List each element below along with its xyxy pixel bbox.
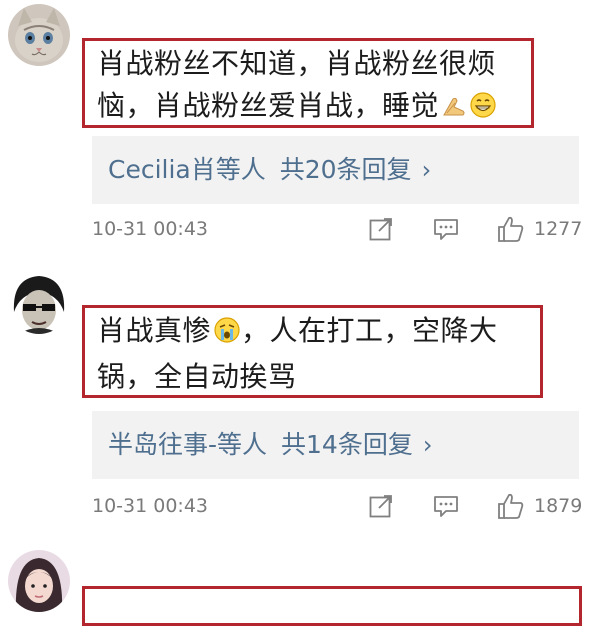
cat-avatar-icon — [8, 4, 70, 66]
user-avatar[interactable] — [8, 4, 70, 66]
chevron-right-icon: › — [422, 431, 433, 459]
comment-text-highlighted — [82, 586, 582, 626]
comment-time: 10-31 00:43 — [92, 218, 209, 240]
user-avatar[interactable] — [8, 550, 70, 612]
comment-time: 10-31 00:43 — [92, 495, 209, 517]
girl-avatar-icon — [8, 550, 70, 612]
chevron-right-icon: › — [421, 156, 432, 184]
comment-text-line: 锅，全自动挨骂 — [97, 360, 297, 393]
praying-hands-icon — [441, 89, 467, 131]
share-icon[interactable] — [368, 216, 394, 246]
like-thumbs-up-icon[interactable] — [496, 491, 526, 525]
comment-text-highlighted: 肖战真惨 ，人在打工，空降大 锅，全自动挨骂 — [82, 305, 543, 398]
like-count: 1277 — [534, 218, 583, 240]
comment-icon[interactable] — [432, 493, 460, 523]
share-icon[interactable] — [368, 493, 394, 523]
comment-meta: 10-31 00:43 1879 — [92, 491, 582, 521]
reply-count: 共20条回复 — [279, 155, 412, 184]
crying-face-icon — [213, 314, 241, 356]
like-thumbs-up-icon[interactable] — [496, 214, 526, 248]
reply-user-names: 半岛往事-等人 — [108, 430, 268, 459]
comment-meta: 10-31 00:43 1277 — [92, 214, 582, 244]
reply-user-names: Cecilia肖等人 — [108, 155, 266, 184]
comment-text-highlighted: 肖战粉丝不知道，肖战粉丝很烦 恼，肖战粉丝爱肖战，睡觉 — [82, 38, 534, 128]
comment-icon[interactable] — [432, 216, 460, 246]
grinning-face-icon — [469, 89, 497, 131]
replies-link[interactable]: 半岛往事-等人 共14条回复 › — [92, 411, 579, 479]
comment-text-line: 肖战粉丝不知道，肖战粉丝很烦 — [97, 47, 497, 80]
cartoon-man-avatar-icon — [8, 272, 70, 334]
comment-text-line: 恼，肖战粉丝爱肖战，睡觉 — [97, 85, 521, 131]
comment-text-line: 肖战真惨 ，人在打工，空降大 — [97, 310, 530, 356]
user-avatar[interactable] — [8, 272, 70, 334]
reply-count: 共14条回复 — [281, 430, 413, 459]
like-count: 1879 — [534, 495, 583, 517]
replies-link[interactable]: Cecilia肖等人 共20条回复 › — [92, 136, 579, 204]
